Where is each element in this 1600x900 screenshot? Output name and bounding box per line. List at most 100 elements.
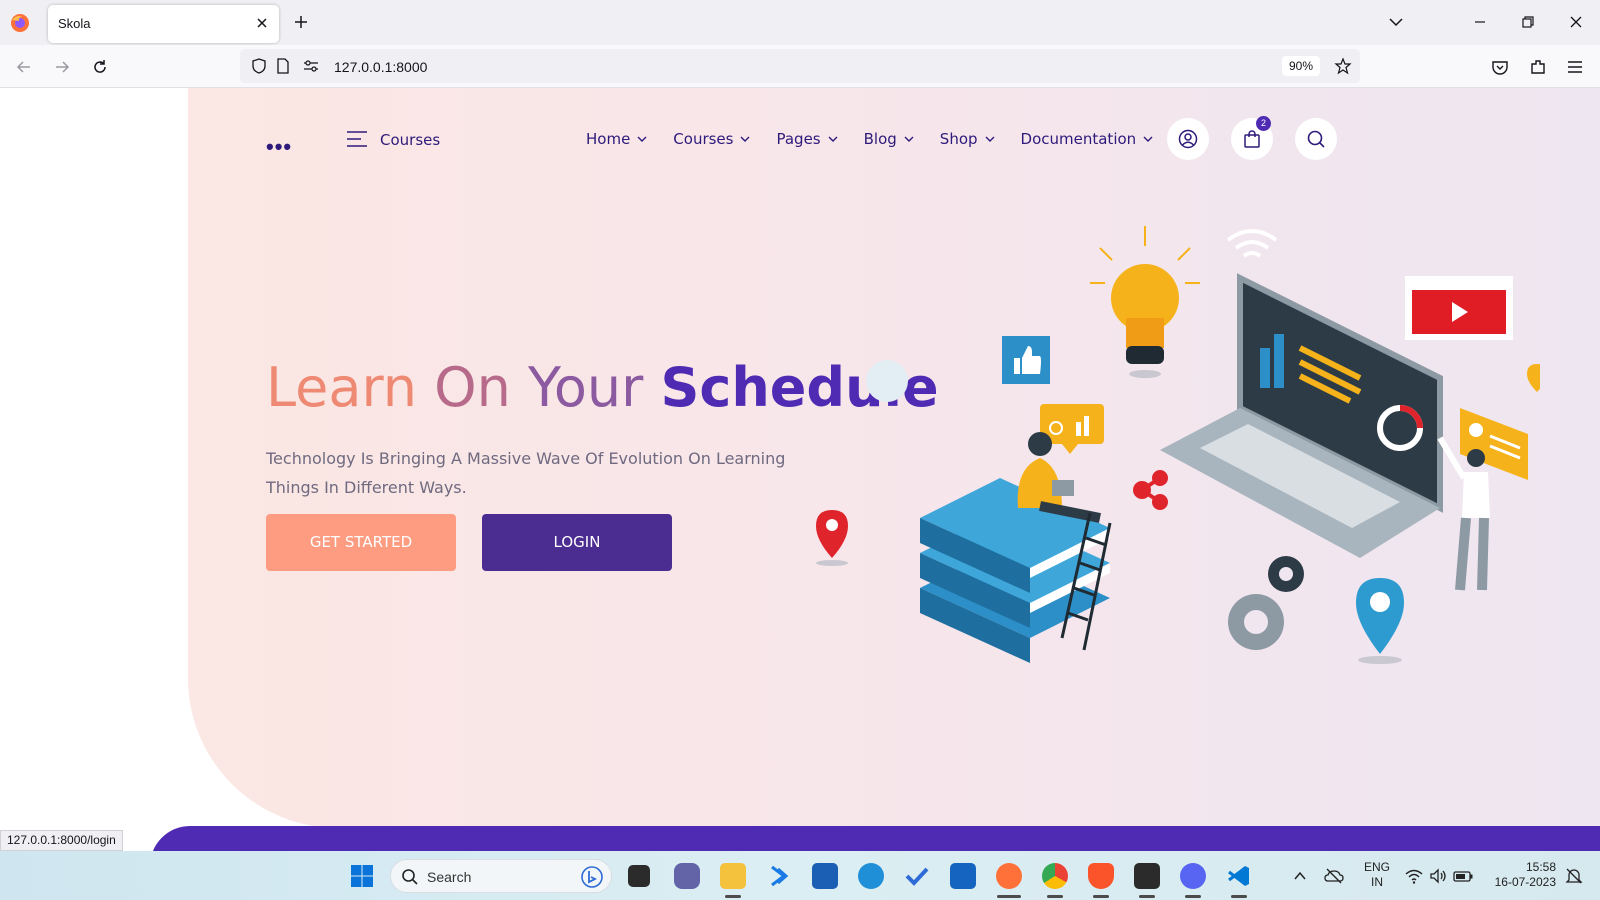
language-indicator[interactable]: ENG IN [1362,860,1392,890]
brave-icon[interactable] [1088,863,1114,889]
headline-word: Your [528,356,661,419]
teams-chat-icon[interactable] [674,863,700,889]
permissions-icon[interactable] [302,57,320,75]
microsoft-store-icon[interactable] [812,863,838,889]
file-explorer-icon[interactable] [720,863,746,889]
category-menu-icon[interactable] [345,129,369,149]
wifi-icon[interactable] [1404,866,1424,886]
location-pin-icon [1527,364,1540,392]
url-bar[interactable]: 127.0.0.1:8000 90% [240,49,1360,83]
chevron-down-icon [828,136,838,142]
running-indicator [725,895,741,898]
vs-code-insiders-icon[interactable] [766,863,792,889]
login-button[interactable]: LOGIN [482,514,672,571]
running-indicator [1185,895,1201,898]
nav-label: Pages [776,130,821,148]
nav-item-blog[interactable]: Blog [864,130,914,148]
windows-start-icon[interactable] [350,864,374,888]
edge-icon[interactable] [858,863,884,889]
back-arrow-icon[interactable] [14,57,34,77]
chevron-down-icon [740,136,750,142]
running-indicator [1093,895,1109,898]
teacher-figure-icon [1437,436,1490,591]
browser-tab-bar: Skola [0,0,1600,45]
browser-tab-skola[interactable]: Skola [48,5,279,43]
reload-icon[interactable] [90,57,110,77]
onedrive-offline-icon[interactable] [1324,866,1344,886]
cart-count-badge: 2 [1256,116,1271,131]
search-icon [1307,130,1325,148]
list-all-tabs-chevron-icon[interactable] [1386,12,1406,32]
discord-icon[interactable] [1180,863,1206,889]
restore-icon[interactable] [1518,12,1538,32]
more-dots-icon[interactable]: ••• [266,134,292,160]
minimize-icon[interactable] [1470,12,1490,32]
volume-icon[interactable] [1428,866,1448,886]
nav-item-pages[interactable]: Pages [776,130,838,148]
account-button[interactable] [1167,118,1209,160]
vs-code-icon[interactable] [1226,863,1252,889]
nav-label: Courses [673,130,734,148]
location-pin-icon [816,510,848,566]
nav-item-home[interactable]: Home [586,130,647,148]
wifi-icon [1226,229,1278,258]
gear-icon [1228,556,1304,650]
url-text[interactable]: 127.0.0.1:8000 [334,59,427,75]
nav-item-shop[interactable]: Shop [940,130,995,148]
web-page: ••• Courses Home Courses Pages Blog Shop… [0,88,1600,851]
shield-icon[interactable] [250,57,268,75]
books-stack-icon [920,478,1110,663]
get-started-button[interactable]: GET STARTED [266,514,456,571]
bing-icon[interactable] [581,866,603,888]
laptop-icon [1160,273,1443,558]
location-pin-icon [1356,578,1404,664]
extensions-icon[interactable] [1528,57,1548,77]
chevron-down-icon [1143,136,1153,142]
tab-title: Skola [58,16,91,31]
nav-item-courses[interactable]: Courses [673,130,750,148]
running-indicator [1231,895,1247,898]
close-icon[interactable] [253,14,271,32]
courses-category-link[interactable]: Courses [380,131,440,149]
running-indicator [1139,895,1155,898]
notification-bell-icon[interactable] [1564,866,1584,886]
active-indicator [997,895,1021,898]
user-icon [1178,129,1198,149]
search-button[interactable] [1295,118,1337,160]
remote-desktop-icon[interactable] [950,863,976,889]
chevron-down-icon [904,136,914,142]
new-tab-plus-icon[interactable] [292,13,310,31]
terminal-icon[interactable] [1134,863,1160,889]
chevron-down-icon [985,136,995,142]
link-status-bar: 127.0.0.1:8000/login [0,830,123,851]
share-icon [1133,470,1168,510]
light-bulb-icon [1090,226,1200,378]
firefox-taskbar-icon[interactable] [996,863,1022,889]
nav-item-documentation[interactable]: Documentation [1021,130,1154,148]
hamburger-menu-icon[interactable] [1565,57,1585,77]
purple-section-band [150,826,1600,851]
firefox-icon[interactable] [10,13,30,33]
language-code: ENG [1363,860,1390,874]
close-window-icon[interactable] [1566,12,1586,32]
forward-arrow-icon[interactable] [52,57,72,77]
page-icon[interactable] [274,57,292,75]
taskbar-search-box[interactable]: Search [390,859,612,893]
zoom-level[interactable]: 90% [1282,56,1320,76]
region-code: IN [1371,875,1383,889]
search-icon [402,869,418,885]
nav-label: Documentation [1020,130,1137,148]
nav-label: Blog [863,130,897,148]
clock-time: 15:58 [1525,860,1556,874]
battery-icon[interactable] [1452,866,1474,886]
pocket-icon[interactable] [1490,57,1510,77]
headline-word: On [434,356,528,419]
bookmark-star-icon[interactable] [1334,57,1352,75]
clock[interactable]: 15:58 16-07-2023 [1486,860,1556,890]
todo-check-icon[interactable] [904,863,930,889]
chevron-down-icon [637,136,647,142]
task-view-icon[interactable] [628,865,650,887]
chrome-icon[interactable] [1042,863,1068,889]
thumbs-up-icon [1002,336,1050,384]
chevron-up-icon[interactable] [1292,868,1308,884]
